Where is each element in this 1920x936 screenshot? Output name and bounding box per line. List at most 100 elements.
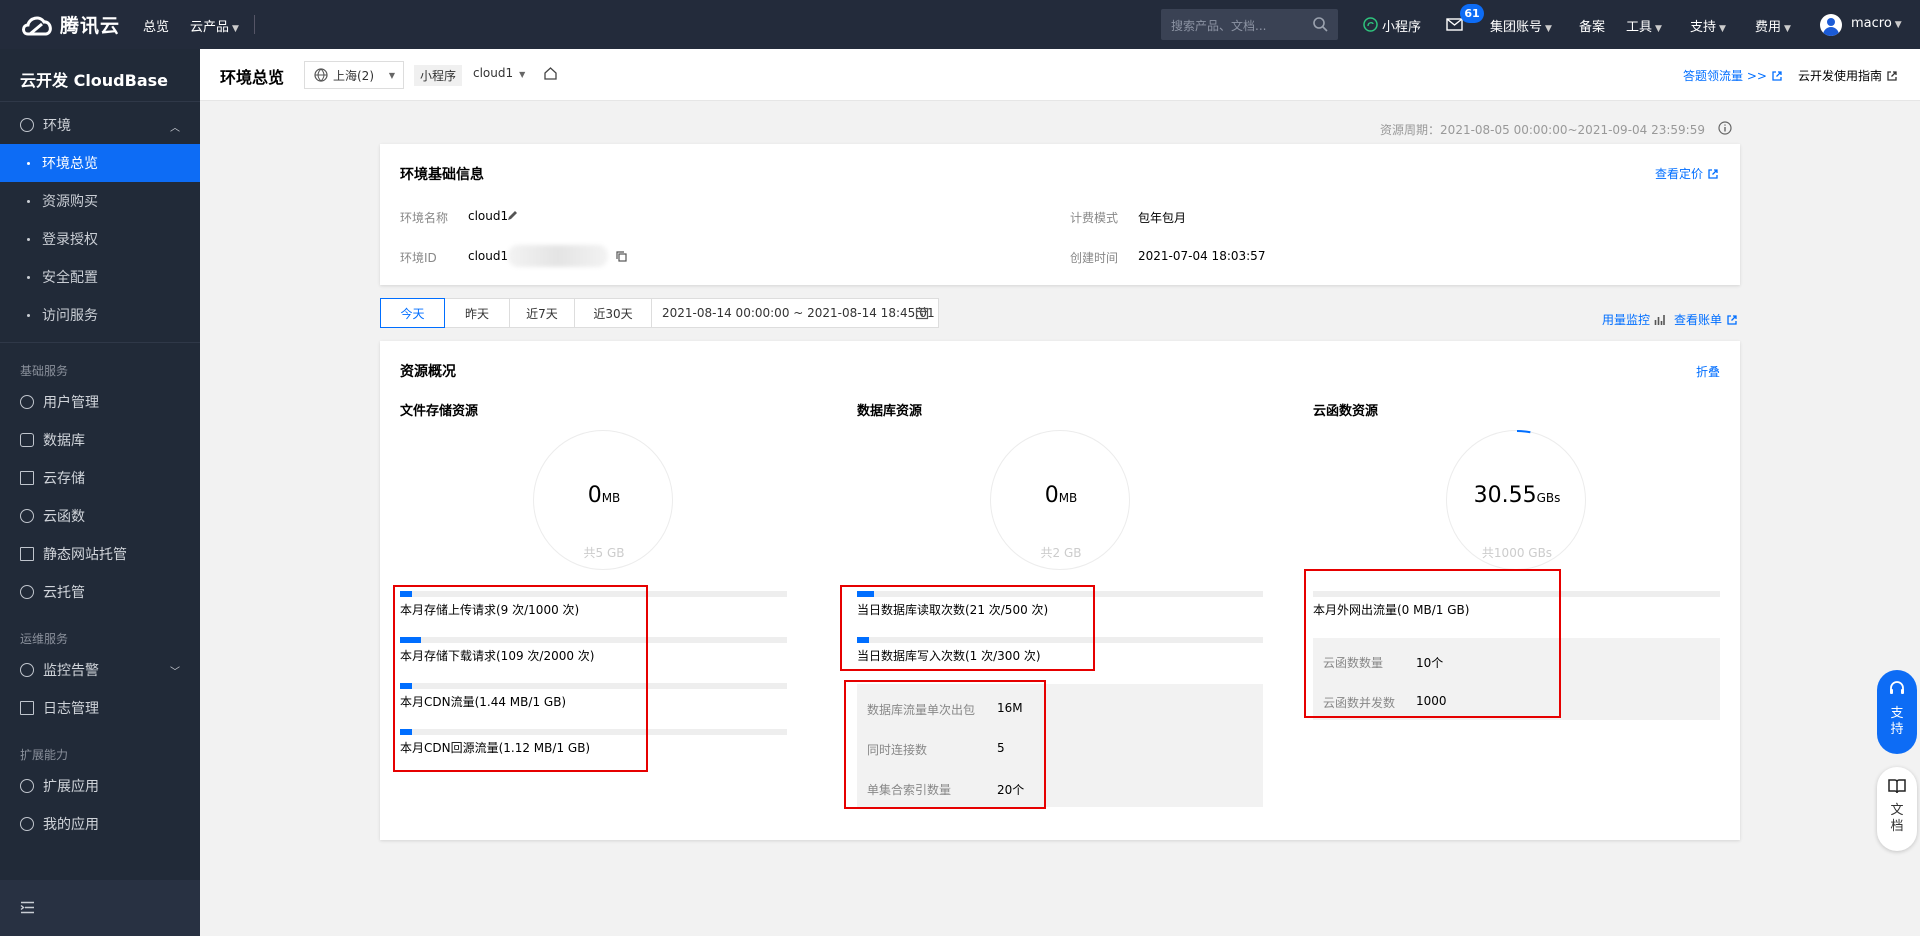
- sidebar-item-database[interactable]: 数据库: [0, 421, 200, 459]
- nav-miniprogram[interactable]: 小程序: [1382, 16, 1421, 35]
- database-icon: [20, 433, 34, 447]
- traffic-promo-link[interactable]: 答题领流量 >>: [1683, 67, 1782, 84]
- monitor-icon: [20, 663, 34, 677]
- guide-link[interactable]: 云开发使用指南: [1798, 67, 1897, 84]
- tencent-cloud-logo[interactable]: 腾讯云: [20, 11, 120, 38]
- sidebar-item-extensions[interactable]: 扩展应用: [0, 767, 200, 805]
- sidebar-item-label: 资源购买: [42, 194, 98, 210]
- caret-down-icon: ▼: [519, 70, 526, 79]
- sidebar-item-functions[interactable]: 云函数: [0, 497, 200, 535]
- tab-yesterday[interactable]: 昨天: [445, 299, 510, 327]
- view-bill-link[interactable]: 查看账单: [1674, 311, 1737, 328]
- env-select[interactable]: cloud1 ▼: [473, 66, 525, 80]
- support-float-button[interactable]: 支持: [1877, 670, 1917, 754]
- home-icon[interactable]: [543, 66, 558, 81]
- docs-float-button[interactable]: 文档: [1877, 767, 1917, 851]
- chevron-down-icon: ﹀: [170, 667, 180, 678]
- nav-overview[interactable]: 总览: [143, 16, 169, 35]
- collapse-link[interactable]: 折叠: [1696, 363, 1720, 380]
- sidebar-item-storage[interactable]: 云存储: [0, 459, 200, 497]
- tab-today[interactable]: 今天: [380, 298, 445, 328]
- sidebar-group-basic: 基础服务: [20, 364, 69, 378]
- redacted-id: [508, 245, 608, 267]
- view-pricing-link[interactable]: 查看定价: [1655, 165, 1718, 182]
- highlight-box-storage: [393, 585, 648, 772]
- edit-pencil-icon[interactable]: [507, 210, 518, 221]
- collapse-menu-icon[interactable]: [20, 901, 35, 914]
- view-bill-label: 查看账单: [1674, 313, 1723, 327]
- bullet-dot: [27, 275, 30, 279]
- env-id-value: cloud1: [468, 249, 509, 263]
- copy-icon[interactable]: [616, 251, 627, 262]
- sidebar-item-cloud-run[interactable]: 云托管: [0, 573, 200, 611]
- sidebar-item-my-apps[interactable]: 我的应用: [0, 805, 200, 843]
- sidebar-item-access[interactable]: 访问服务: [0, 296, 200, 334]
- calendar-icon: [20, 701, 34, 715]
- sidebar-item-label: 数据库: [43, 433, 85, 449]
- sidebar-divider: [0, 101, 200, 102]
- search-icon[interactable]: [1312, 16, 1329, 33]
- functions-usage-arc: [1516, 430, 1531, 434]
- folder-icon: [20, 471, 34, 485]
- functions-ring: 30.55GBs 共1000 GBs: [1446, 430, 1586, 570]
- caret-down-icon: ▼: [1719, 24, 1726, 34]
- sidebar-item-login-auth[interactable]: 登录授权: [0, 220, 200, 258]
- storage-usage-value: 0MB: [534, 483, 674, 508]
- env-name-value: cloud1: [473, 66, 514, 80]
- billing-mode-label: 计费模式: [1070, 211, 1119, 225]
- sidebar-item-monitoring[interactable]: 监控告警 ﹀: [0, 651, 200, 689]
- caret-down-icon: ▼: [1545, 24, 1552, 34]
- env-type-tag: 小程序: [414, 65, 463, 86]
- view-pricing-label: 查看定价: [1654, 167, 1703, 181]
- brand-name: 腾讯云: [60, 15, 121, 37]
- database-value: 0: [1044, 483, 1059, 508]
- mail-icon[interactable]: [1446, 18, 1463, 31]
- guide-label: 云开发使用指南: [1798, 69, 1883, 83]
- notification-badge: 61: [1460, 4, 1484, 23]
- function-icon: [20, 509, 34, 523]
- tab-30days[interactable]: 近30天: [575, 299, 652, 327]
- sidebar-item-env[interactable]: 环境 ︿: [0, 106, 200, 144]
- docs-text: 文档: [1890, 803, 1904, 834]
- usage-monitor-link[interactable]: 用量监控: [1602, 311, 1665, 328]
- sidebar-title: 云开发 CloudBase: [20, 71, 169, 90]
- sidebar-item-users[interactable]: 用户管理: [0, 383, 200, 421]
- nav-beian[interactable]: 备案: [1579, 16, 1605, 35]
- tab-7days[interactable]: 近7天: [510, 299, 575, 327]
- nav-products[interactable]: 云产品 ▼: [190, 16, 239, 35]
- resource-overview-title: 资源概况: [400, 364, 456, 380]
- nav-tools[interactable]: 工具 ▼: [1626, 16, 1662, 35]
- nav-support[interactable]: 支持 ▼: [1690, 16, 1726, 35]
- nav-group-account[interactable]: 集团账号 ▼: [1490, 16, 1552, 35]
- region-select[interactable]: 上海(2) ▼: [304, 61, 404, 89]
- sidebar-item-logs[interactable]: 日志管理: [0, 689, 200, 727]
- caret-down-icon: ▼: [1894, 20, 1902, 30]
- sidebar-item-env-overview[interactable]: 环境总览: [0, 144, 200, 182]
- sidebar-item-resource-purchase[interactable]: 资源购买: [0, 182, 200, 220]
- search-box[interactable]: 搜索产品、文档...: [1161, 9, 1338, 40]
- sidebar-item-security[interactable]: 安全配置: [0, 258, 200, 296]
- functions-title: 云函数资源: [1313, 404, 1379, 419]
- nav-products-label: 云产品: [190, 20, 230, 35]
- sidebar-item-label: 环境总览: [42, 156, 98, 172]
- info-icon[interactable]: [1718, 121, 1732, 135]
- nav-user[interactable]: macro ▼: [1851, 16, 1902, 31]
- external-link-icon: [1708, 169, 1718, 179]
- date-range-picker[interactable]: 2021-08-14 00:00:00 ~ 2021-08-14 18:45:0…: [652, 299, 938, 327]
- page-header: 环境总览 上海(2) ▼ 小程序 cloud1 ▼ 答题领流量 >> 云开发使用指…: [200, 49, 1920, 101]
- env-name-label: 环境名称: [400, 211, 449, 225]
- created-time-label: 创建时间: [1070, 251, 1119, 265]
- database-title: 数据库资源: [857, 404, 923, 419]
- sidebar-item-label: 静态网站托管: [43, 547, 127, 563]
- highlight-box-functions: [1304, 569, 1561, 718]
- chevron-up-icon: ︿: [170, 123, 180, 134]
- sidebar-item-label: 云函数: [43, 509, 85, 525]
- sidebar-group-ext: 扩展能力: [20, 748, 69, 762]
- sidebar-item-static-hosting[interactable]: 静态网站托管: [0, 535, 200, 573]
- env-info-title: 环境基础信息: [400, 167, 484, 183]
- user-avatar[interactable]: [1820, 14, 1842, 36]
- traffic-promo-label: 答题领流量 >>: [1683, 69, 1767, 83]
- user-mgmt-icon: [20, 395, 34, 409]
- nav-fees[interactable]: 费用 ▼: [1755, 16, 1791, 35]
- search-input[interactable]: 搜索产品、文档...: [1171, 17, 1266, 34]
